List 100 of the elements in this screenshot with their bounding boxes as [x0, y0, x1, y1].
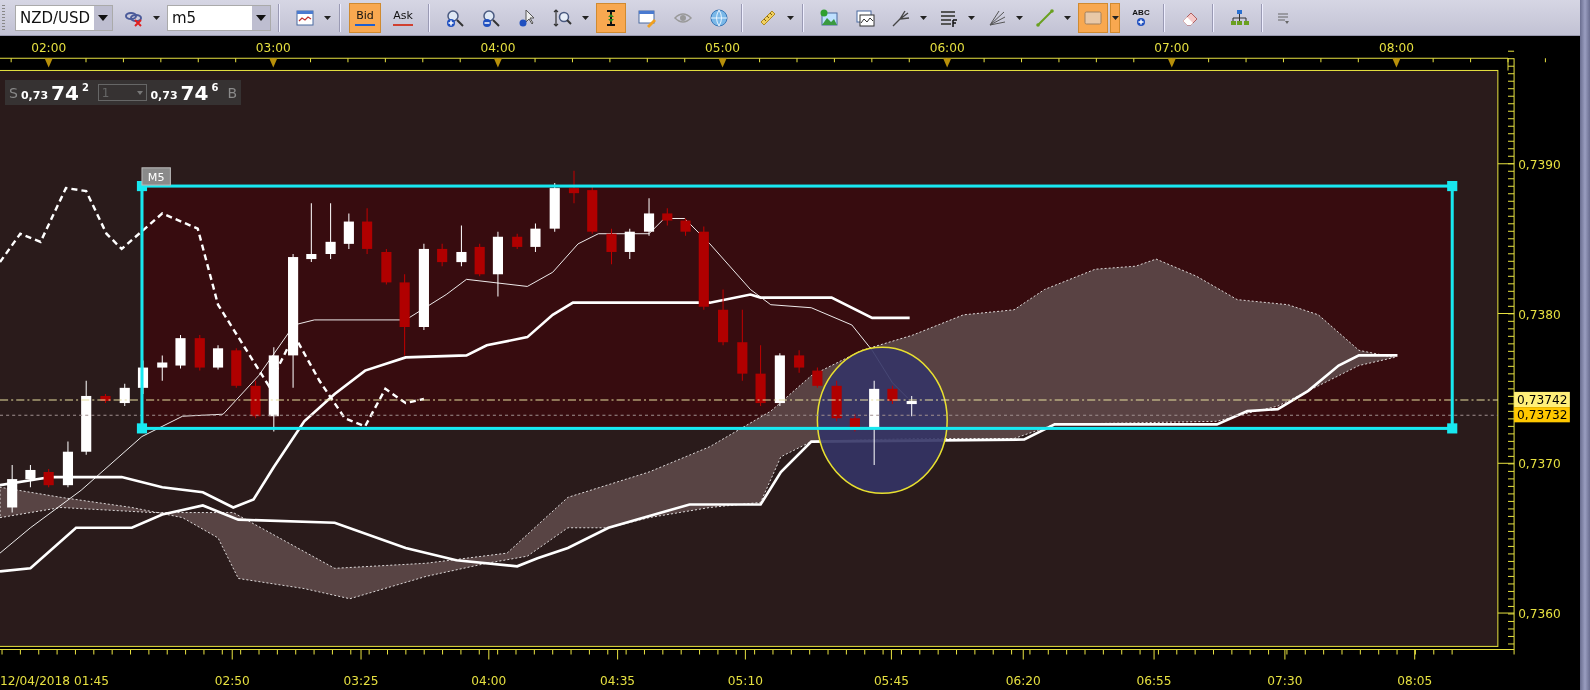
candle: [325, 202, 336, 260]
candle: [492, 231, 503, 298]
zoom-out-icon: [481, 7, 501, 28]
zoom-range-icon: [553, 7, 573, 28]
buy-price-pips: 74: [180, 80, 209, 105]
hour-marker-icon: [718, 58, 727, 68]
caret-icon: [581, 15, 589, 20]
drawing-label: M5: [141, 167, 171, 186]
candle: [906, 395, 917, 417]
tool-button[interactable]: ABC: [1126, 2, 1156, 33]
candle: [718, 289, 729, 346]
candle: [606, 228, 617, 265]
hour-marker-icon: [44, 58, 53, 68]
candle: [119, 383, 130, 407]
hour-marker-icon: [943, 58, 952, 68]
trend-line-icon: [1035, 7, 1055, 28]
caret-icon: [1015, 15, 1023, 20]
price-label: 0,7370: [1518, 457, 1561, 472]
time-label: 05:00: [705, 41, 741, 56]
candle: [362, 207, 373, 255]
cursor-icon: [517, 7, 537, 28]
caret-icon: [98, 14, 108, 21]
hierarchy-icon: [1229, 7, 1249, 28]
price-label: 0,7390: [1518, 157, 1561, 172]
caret-icon: [137, 90, 144, 95]
caret-icon: [967, 15, 975, 20]
candle: [137, 359, 149, 395]
zoom-in-icon: [445, 7, 465, 28]
price-side-button[interactable]: Ask: [387, 2, 419, 33]
candle: [43, 468, 54, 488]
candle: [250, 380, 261, 419]
time-label: 03:00: [255, 41, 291, 56]
candle: [456, 225, 467, 267]
candle: [774, 352, 785, 407]
resize-handle[interactable]: [136, 423, 148, 434]
candle: [157, 354, 168, 382]
hour-marker-icon: [1167, 58, 1176, 68]
globe-icon: [709, 7, 729, 28]
hour-marker-icon: [269, 58, 278, 68]
chart-window-icon: [295, 7, 315, 28]
candle: [7, 464, 18, 514]
timeframe-dropdown[interactable]: m5: [167, 4, 271, 31]
sell-label: S: [9, 84, 18, 101]
candle: [194, 334, 205, 372]
candle: [231, 347, 242, 389]
candle: [794, 349, 805, 374]
candle: [549, 182, 560, 233]
caret-icon: [919, 15, 927, 20]
price-label: 0,7360: [1518, 607, 1561, 622]
resize-handle[interactable]: [1447, 181, 1458, 192]
time-label: 06:00: [929, 41, 965, 56]
sell-price-pips: 74: [51, 80, 79, 105]
time-label: 08:05: [1397, 673, 1433, 688]
tool-button[interactable]: [596, 2, 626, 33]
candle: [812, 367, 823, 389]
buy-label: B: [227, 84, 237, 101]
time-label: 07:30: [1267, 673, 1303, 688]
time-label: 05:45: [873, 673, 909, 688]
time-label: 04:35: [600, 673, 636, 688]
dropdown-button[interactable]: [1110, 2, 1120, 33]
time-label: 05:10: [727, 673, 763, 688]
resize-handle[interactable]: [1447, 423, 1458, 434]
time-label: 06:55: [1136, 673, 1172, 688]
time-label: 06:20: [1005, 673, 1041, 688]
price-marker: 0,73732: [1514, 407, 1570, 423]
candle: [100, 393, 111, 404]
caret-icon: [152, 15, 160, 20]
time-label: 04:00: [480, 41, 516, 56]
time-label: 12/04/2018 01:45: [0, 673, 109, 688]
window-pencil-icon: [637, 7, 657, 28]
plus-icon: [1136, 17, 1146, 27]
symbol-dropdown[interactable]: NZD/USD: [15, 4, 113, 31]
candle: [175, 334, 186, 370]
candle: [587, 185, 598, 235]
caret-icon: [1063, 15, 1071, 20]
candle: [643, 197, 655, 237]
candle: [474, 243, 485, 277]
caret-icon: [256, 14, 266, 21]
candle: [25, 464, 36, 488]
candle: [755, 344, 766, 407]
buy-price-prefix: 0,73: [150, 88, 178, 102]
candle: [831, 380, 842, 422]
menu-icon[interactable]: [1277, 11, 1289, 24]
chart-window-icon: [855, 7, 875, 28]
caret-icon: [786, 15, 794, 20]
sell-price-fraction: 2: [81, 82, 89, 93]
time-label: 08:00: [1378, 41, 1414, 56]
candle: [530, 223, 541, 253]
hour-marker-icon: [1392, 58, 1401, 68]
candle: [887, 385, 898, 405]
candle: [624, 228, 635, 260]
candle: [849, 413, 860, 432]
price-label: 0,7380: [1518, 307, 1561, 322]
time-label: 03:25: [343, 673, 379, 688]
candle: [306, 202, 317, 263]
candle: [62, 441, 73, 488]
price-side-button[interactable]: Bid: [349, 2, 381, 33]
candle: [437, 243, 448, 267]
ellipse-drawing[interactable]: [816, 346, 948, 495]
candle: [662, 207, 673, 227]
